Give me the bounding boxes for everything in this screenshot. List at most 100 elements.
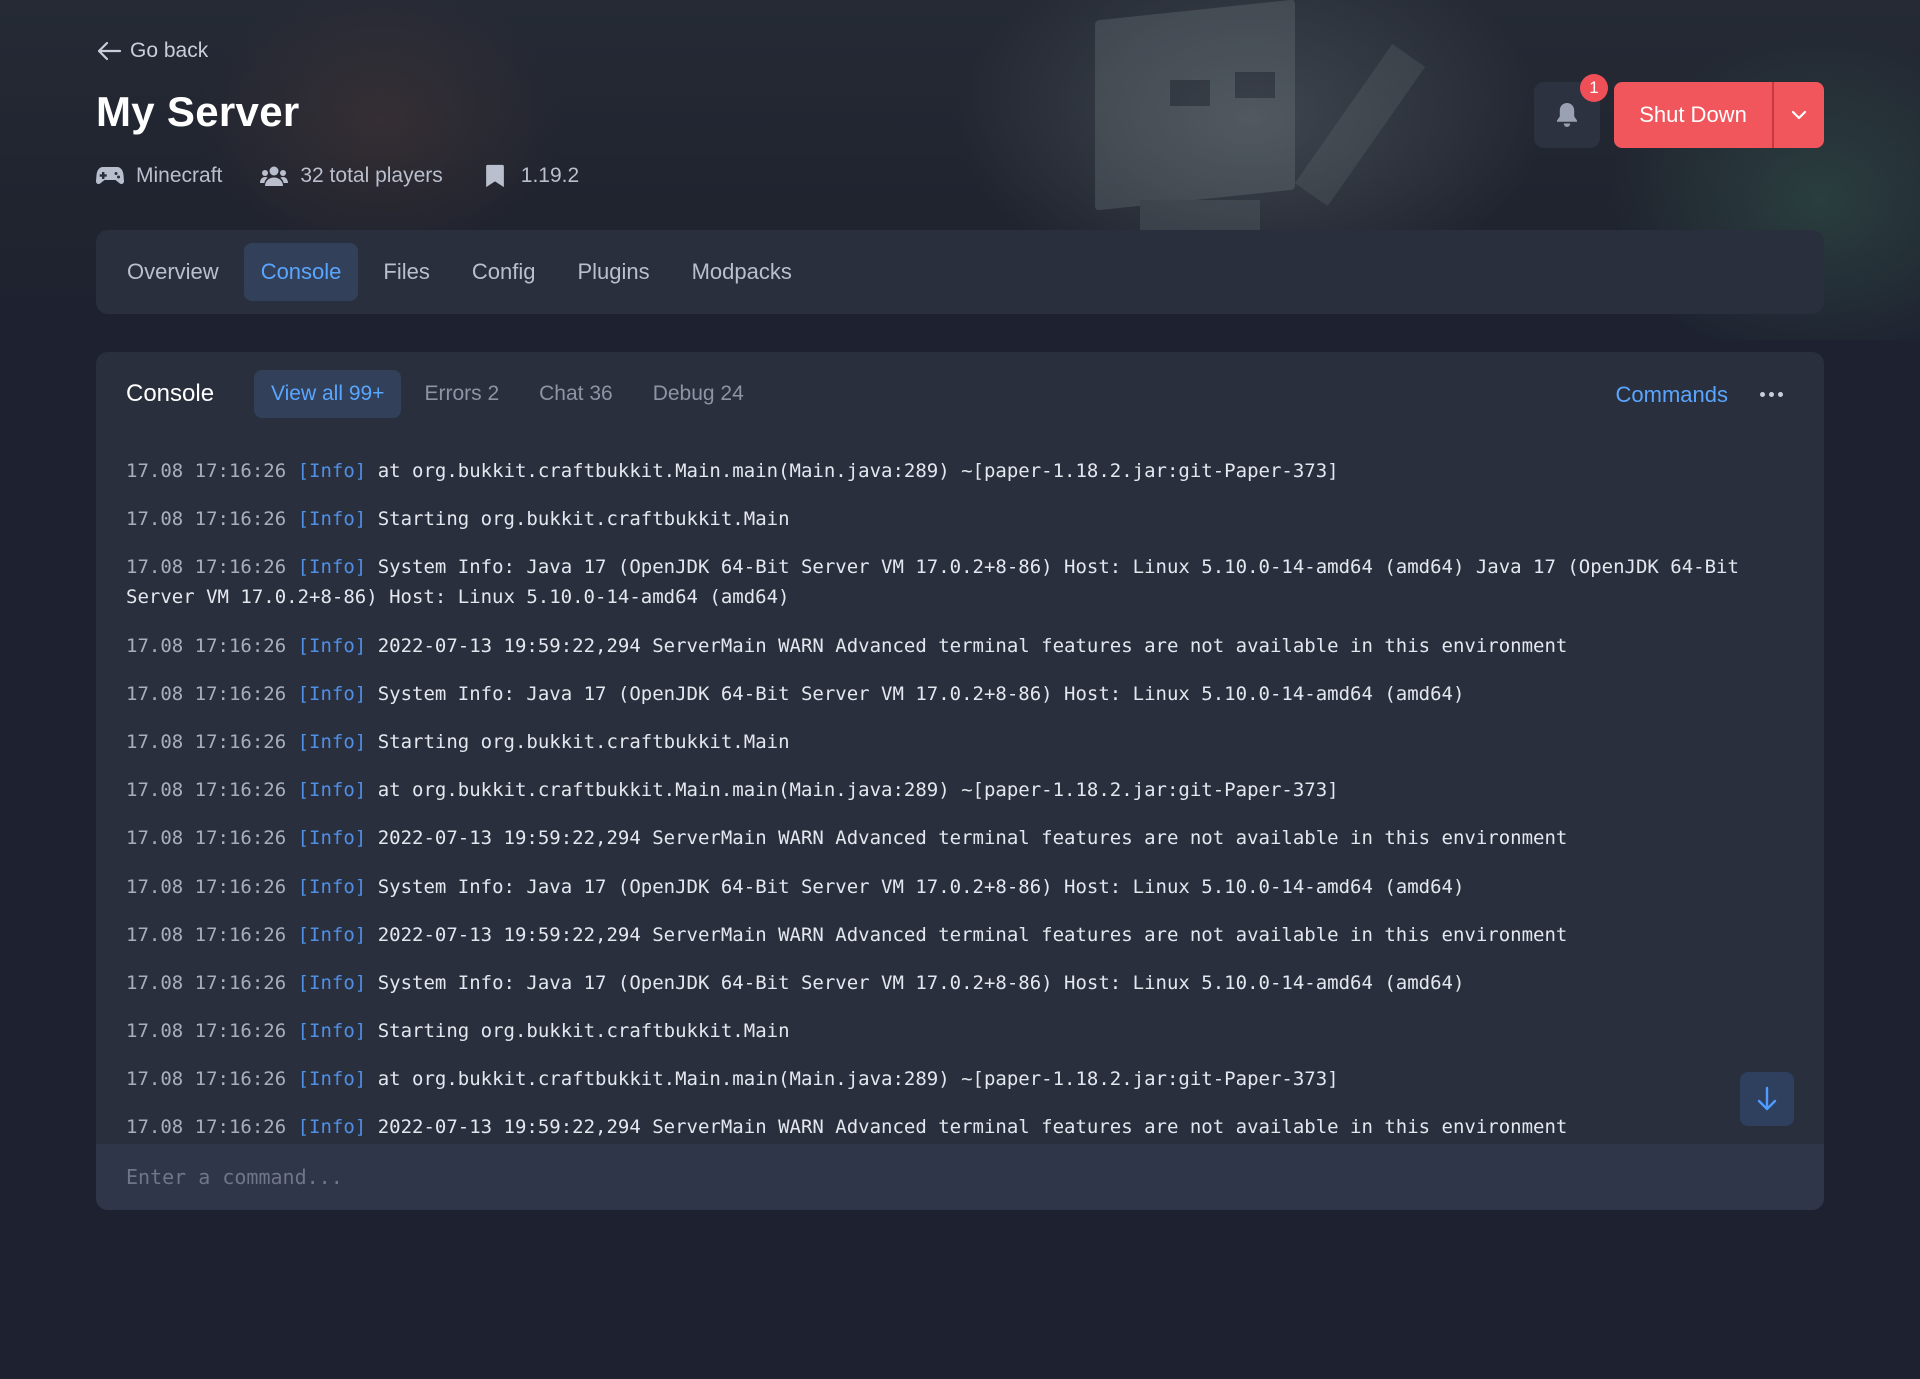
more-options-button[interactable] bbox=[1756, 384, 1786, 404]
log-message: 2022-07-13 19:59:22,294 ServerMain WARN … bbox=[377, 923, 1568, 946]
log-line: 17.08 17:16:26 [Info] at org.bukkit.craf… bbox=[126, 1064, 1786, 1094]
log-level: [Info] bbox=[297, 875, 367, 898]
log-line: 17.08 17:16:26 [Info] System Info: Java … bbox=[126, 552, 1786, 612]
console-log: 17.08 17:16:26 [Info] at org.bukkit.craf… bbox=[126, 456, 1786, 1161]
log-timestamp: 17.08 17:16:26 bbox=[126, 634, 287, 657]
log-line: 17.08 17:16:26 [Info] System Info: Java … bbox=[126, 872, 1786, 902]
log-line: 17.08 17:16:26 [Info] 2022-07-13 19:59:2… bbox=[126, 920, 1786, 950]
log-level: [Info] bbox=[297, 1068, 367, 1091]
tab-overview[interactable]: Overview bbox=[110, 243, 236, 301]
log-message: System Info: Java 17 (OpenJDK 64-Bit Ser… bbox=[377, 875, 1465, 898]
notification-badge: 1 bbox=[1580, 74, 1608, 102]
server-tabs: Overview Console Files Config Plugins Mo… bbox=[96, 230, 1824, 314]
header-actions: 1 Shut Down bbox=[1534, 74, 1824, 148]
meta-version-label: 1.19.2 bbox=[520, 164, 580, 187]
meta-game-label: Minecraft bbox=[136, 164, 223, 187]
filter-chat[interactable]: Chat 36 bbox=[522, 370, 630, 418]
log-line: 17.08 17:16:26 [Info] System Info: Java … bbox=[126, 679, 1786, 709]
log-line: 17.08 17:16:26 [Info] 2022-07-13 19:59:2… bbox=[126, 1112, 1786, 1142]
log-message: 2022-07-13 19:59:22,294 ServerMain WARN … bbox=[377, 827, 1568, 850]
meta-players-label: 32 total players bbox=[300, 164, 443, 187]
shut-down-options-button[interactable] bbox=[1772, 82, 1824, 148]
log-timestamp: 17.08 17:16:26 bbox=[126, 971, 287, 994]
log-timestamp: 17.08 17:16:26 bbox=[126, 682, 287, 705]
go-back-label: Go back bbox=[130, 39, 209, 62]
chevron-down-icon bbox=[1791, 110, 1807, 120]
log-message: System Info: Java 17 (OpenJDK 64-Bit Ser… bbox=[126, 556, 1739, 609]
log-timestamp: 17.08 17:16:26 bbox=[126, 779, 287, 802]
log-line: 17.08 17:16:26 [Info] Starting org.bukki… bbox=[126, 504, 1786, 534]
log-line: 17.08 17:16:26 [Info] Starting org.bukki… bbox=[126, 727, 1786, 757]
console-title: Console bbox=[126, 380, 215, 407]
more-horizontal-icon bbox=[1759, 391, 1783, 397]
log-level: [Info] bbox=[297, 923, 367, 946]
log-line: 17.08 17:16:26 [Info] at org.bukkit.craf… bbox=[126, 456, 1786, 486]
log-timestamp: 17.08 17:16:26 bbox=[126, 923, 287, 946]
server-meta: Minecraft 32 total players 1.19.2 bbox=[96, 164, 579, 188]
log-level: [Info] bbox=[297, 634, 367, 657]
log-level: [Info] bbox=[297, 682, 367, 705]
log-timestamp: 17.08 17:16:26 bbox=[126, 460, 287, 482]
log-timestamp: 17.08 17:16:26 bbox=[126, 556, 287, 579]
filter-debug[interactable]: Debug 24 bbox=[636, 370, 761, 418]
arrow-left-icon bbox=[97, 41, 122, 61]
notifications-button[interactable]: 1 bbox=[1534, 74, 1608, 148]
log-timestamp: 17.08 17:16:26 bbox=[126, 730, 287, 753]
command-input[interactable] bbox=[126, 1144, 1786, 1210]
log-timestamp: 17.08 17:16:26 bbox=[126, 1068, 287, 1091]
tab-plugins[interactable]: Plugins bbox=[560, 243, 666, 301]
log-line: 17.08 17:16:26 [Info] 2022-07-13 19:59:2… bbox=[126, 823, 1786, 853]
log-level: [Info] bbox=[297, 827, 367, 850]
log-timestamp: 17.08 17:16:26 bbox=[126, 1020, 287, 1043]
meta-players: 32 total players bbox=[260, 164, 443, 188]
scroll-to-bottom-button[interactable] bbox=[1740, 1072, 1794, 1126]
bell-icon bbox=[1557, 103, 1577, 127]
log-timestamp: 17.08 17:16:26 bbox=[126, 1116, 287, 1139]
log-level: [Info] bbox=[297, 460, 367, 482]
meta-version: 1.19.2 bbox=[481, 164, 579, 188]
tab-files[interactable]: Files bbox=[366, 243, 446, 301]
filter-view-all[interactable]: View all 99+ bbox=[254, 370, 402, 418]
log-level: [Info] bbox=[297, 556, 367, 579]
log-message: Starting org.bukkit.craftbukkit.Main bbox=[377, 730, 790, 753]
log-message: 2022-07-13 19:59:22,294 ServerMain WARN … bbox=[377, 634, 1568, 657]
page-title: My Server bbox=[96, 88, 300, 135]
gamepad-icon bbox=[96, 167, 124, 185]
log-message: 2022-07-13 19:59:22,294 ServerMain WARN … bbox=[377, 1116, 1568, 1139]
console-filters: View all 99+ Errors 2 Chat 36 Debug 24 bbox=[254, 370, 761, 418]
arrow-down-icon bbox=[1757, 1086, 1777, 1111]
users-icon bbox=[260, 166, 289, 186]
tab-modpacks[interactable]: Modpacks bbox=[675, 243, 809, 301]
log-message: at org.bukkit.craftbukkit.Main.main(Main… bbox=[377, 779, 1339, 802]
go-back-link[interactable]: Go back bbox=[96, 36, 208, 66]
tab-config[interactable]: Config bbox=[455, 243, 553, 301]
log-timestamp: 17.08 17:16:26 bbox=[126, 827, 287, 850]
command-bar bbox=[96, 1144, 1824, 1210]
shutdown-split-button: Shut Down bbox=[1614, 82, 1824, 148]
log-level: [Info] bbox=[297, 779, 367, 802]
log-level: [Info] bbox=[297, 971, 367, 994]
console-panel: Console View all 99+ Errors 2 Chat 36 De… bbox=[96, 352, 1824, 1210]
log-message: at org.bukkit.craftbukkit.Main.main(Main… bbox=[377, 460, 1339, 482]
log-message: Starting org.bukkit.craftbukkit.Main bbox=[377, 508, 790, 531]
log-level: [Info] bbox=[297, 730, 367, 753]
log-level: [Info] bbox=[297, 1116, 367, 1139]
commands-link[interactable]: Commands bbox=[1616, 382, 1728, 408]
log-level: [Info] bbox=[297, 508, 367, 531]
log-message: at org.bukkit.craftbukkit.Main.main(Main… bbox=[377, 1068, 1339, 1091]
log-line: 17.08 17:16:26 [Info] at org.bukkit.craf… bbox=[126, 775, 1786, 805]
filter-errors[interactable]: Errors 2 bbox=[407, 370, 516, 418]
log-level: [Info] bbox=[297, 1020, 367, 1043]
log-timestamp: 17.08 17:16:26 bbox=[126, 875, 287, 898]
log-message: System Info: Java 17 (OpenJDK 64-Bit Ser… bbox=[377, 971, 1465, 994]
bookmark-icon bbox=[485, 164, 504, 188]
log-timestamp: 17.08 17:16:26 bbox=[126, 508, 287, 531]
log-message: Starting org.bukkit.craftbukkit.Main bbox=[377, 1020, 790, 1043]
log-line: 17.08 17:16:26 [Info] Starting org.bukki… bbox=[126, 1016, 1786, 1046]
tab-console[interactable]: Console bbox=[243, 243, 359, 301]
console-header: Console View all 99+ Errors 2 Chat 36 De… bbox=[96, 370, 1824, 420]
shut-down-button[interactable]: Shut Down bbox=[1614, 82, 1772, 148]
log-line: 17.08 17:16:26 [Info] System Info: Java … bbox=[126, 968, 1786, 998]
log-line: 17.08 17:16:26 [Info] 2022-07-13 19:59:2… bbox=[126, 631, 1786, 661]
log-message: System Info: Java 17 (OpenJDK 64-Bit Ser… bbox=[377, 682, 1465, 705]
